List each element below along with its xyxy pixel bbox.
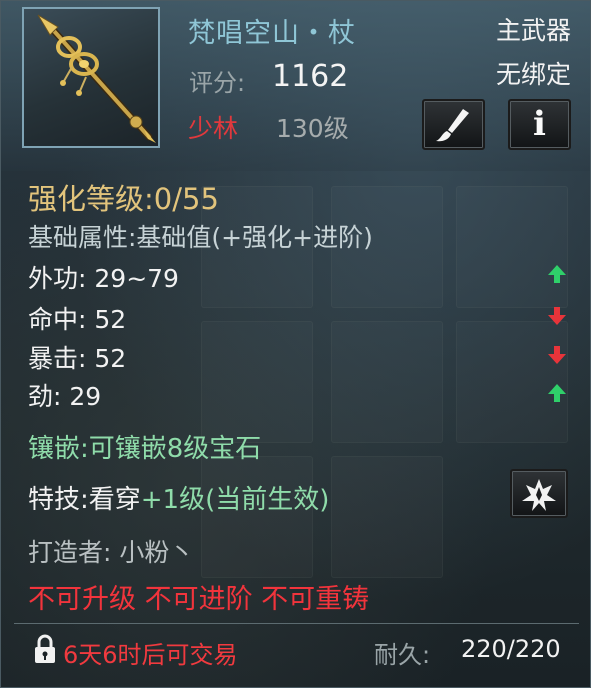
level-requirement: 130级 [276, 114, 349, 143]
stat-row: 暴击: 52 [28, 339, 126, 375]
score-value: 1162 [272, 59, 349, 94]
stat-value: 29 [69, 382, 102, 411]
arrow-down-icon [548, 307, 566, 325]
background-slot [201, 456, 313, 578]
skill-bonus: +1级(当前生效) [140, 485, 330, 515]
enhance-label: 强化等级: [28, 182, 154, 216]
lock-icon [35, 634, 55, 663]
item-tooltip: 梵唱空山・杖 评分: 1162 少林 130级 主武器 无绑定 i 强化等级:0… [0, 0, 591, 688]
skill-button[interactable] [510, 469, 568, 518]
stat-label: 暴击: [28, 344, 87, 373]
info-button[interactable]: i [508, 99, 571, 150]
weapon-slot[interactable] [22, 7, 160, 148]
background-slot [456, 186, 568, 308]
stat-label: 外功: [28, 264, 87, 293]
durability-value: 220/220 [461, 635, 561, 663]
stat-value: 52 [94, 344, 127, 373]
base-attributes-heading: 基础属性:基础值(+强化+进阶) [28, 223, 373, 252]
arrow-up-icon [548, 384, 566, 402]
stat-value: 29~79 [94, 264, 179, 293]
background-slot [201, 321, 313, 443]
brush-button[interactable] [422, 99, 485, 150]
equip-slot: 主武器 [495, 16, 571, 45]
socket-info: 镶嵌:可镶嵌8级宝石 [28, 434, 262, 464]
background-slot [331, 321, 443, 443]
stat-label: 命中: [28, 305, 87, 334]
arrow-up-icon [548, 265, 566, 283]
score-label: 评分: [189, 69, 246, 97]
skill-burst-icon [522, 479, 556, 511]
crafter-info: 打造者: 小粉丶 [28, 538, 195, 567]
bind-status: 无绑定 [495, 60, 571, 89]
enhance-level: 强化等级:0/55 [28, 176, 219, 218]
stat-row: 劲: 29 [28, 377, 101, 413]
stat-row: 外功: 29~79 [28, 259, 179, 295]
special-skill: 特技:看穿+1级(当前生效) [28, 479, 329, 516]
divider [14, 623, 579, 624]
arrow-down-icon [548, 346, 566, 364]
stat-label: 劲: [28, 382, 62, 411]
background-slot [331, 456, 443, 578]
staff-icon [37, 14, 156, 143]
info-icon: i [533, 104, 546, 144]
item-name: 梵唱空山・杖 [188, 18, 356, 49]
school-label: 少林 [188, 114, 239, 143]
stat-row: 命中: 52 [28, 300, 126, 336]
skill-name: 特技:看穿 [28, 485, 141, 515]
stat-value: 52 [94, 305, 127, 334]
restrictions: 不可升级 不可进阶 不可重铸 [28, 584, 370, 615]
brush-icon [436, 109, 469, 142]
trade-cooldown: 6天6时后可交易 [63, 641, 238, 669]
enhance-value: 0/55 [153, 182, 219, 216]
durability-label: 耐久: [374, 641, 431, 669]
